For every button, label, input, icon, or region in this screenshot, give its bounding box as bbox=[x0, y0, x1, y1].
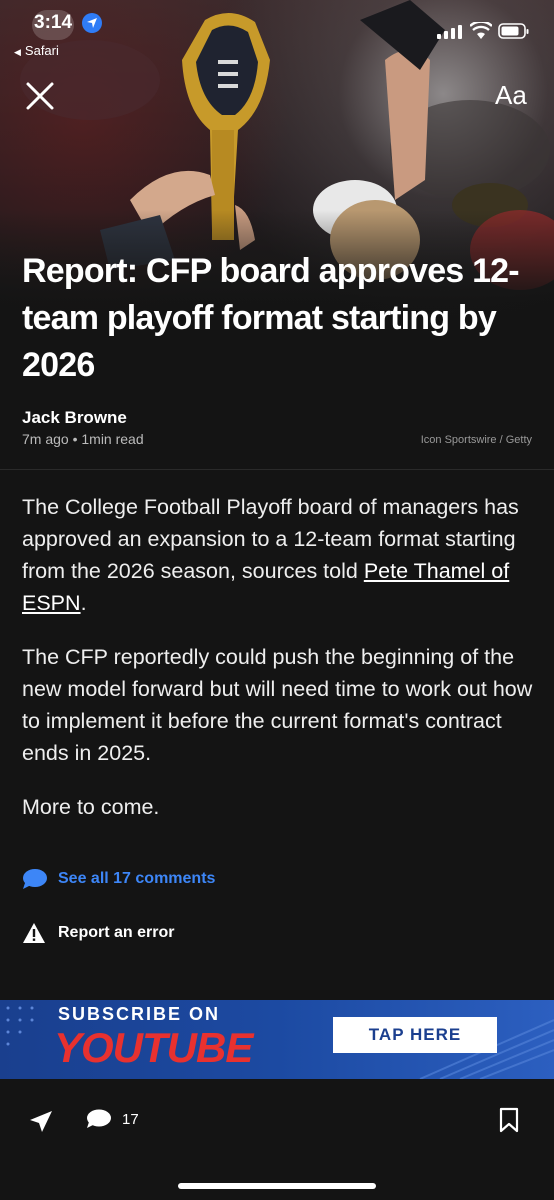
ad-youtube-text: YOUTUBE bbox=[54, 1024, 253, 1071]
article-body: The College Football Playoff board of ma… bbox=[22, 491, 534, 845]
divider bbox=[0, 469, 554, 470]
see-comments-label: See all 17 comments bbox=[58, 870, 216, 887]
ad-tap-here-button[interactable]: TAP HERE bbox=[333, 1017, 497, 1053]
home-indicator[interactable] bbox=[178, 1183, 376, 1189]
cellular-signal-icon bbox=[437, 25, 462, 39]
paragraph-3: More to come. bbox=[22, 795, 160, 819]
youtube-ad-banner[interactable]: SUBSCRIBE ON YOUTUBE TAP HERE bbox=[0, 1000, 554, 1079]
location-icon bbox=[82, 13, 102, 33]
comment-icon bbox=[87, 1109, 111, 1128]
text-size-button[interactable]: Aa bbox=[495, 80, 527, 111]
article-headline: Report: CFP board approves 12-team playo… bbox=[22, 252, 520, 384]
warning-icon bbox=[23, 923, 45, 943]
close-icon[interactable] bbox=[24, 80, 56, 112]
see-comments-link[interactable]: See all 17 comments bbox=[22, 868, 215, 890]
ad-subscribe-text: SUBSCRIBE ON bbox=[58, 1004, 221, 1024]
comments-button[interactable]: 17 bbox=[86, 1108, 139, 1130]
paragraph-1: The College Football Playoff board of ma… bbox=[22, 491, 534, 619]
comment-bubble-icon bbox=[23, 869, 47, 889]
report-error-label: Report an error bbox=[58, 924, 175, 941]
author-name[interactable]: Jack Browne bbox=[22, 408, 127, 428]
share-icon[interactable] bbox=[28, 1110, 54, 1134]
back-to-safari[interactable]: ◀ Safari bbox=[14, 43, 59, 58]
back-app-label: Safari bbox=[24, 43, 59, 58]
comment-count: 17 bbox=[122, 1110, 139, 1128]
paragraph-2: The CFP reportedly could push the beginn… bbox=[22, 645, 533, 765]
paragraph-1-end: . bbox=[80, 591, 87, 615]
photo-credit: Icon Sportswire / Getty bbox=[420, 434, 532, 446]
bookmark-icon[interactable] bbox=[498, 1107, 520, 1133]
bottom-toolbar bbox=[0, 1079, 554, 1200]
status-bar: 3:14 ◀ Safari bbox=[0, 0, 554, 70]
ad-dots-decoration bbox=[6, 1006, 34, 1046]
back-arrow-icon: ◀ bbox=[14, 47, 21, 57]
report-error-link[interactable]: Report an error bbox=[22, 922, 174, 944]
hero-image bbox=[0, 0, 554, 470]
status-time: 3:14 bbox=[34, 12, 73, 33]
article-meta: 7m ago • 1min read bbox=[22, 431, 144, 447]
wifi-icon bbox=[470, 22, 492, 39]
battery-icon bbox=[498, 23, 529, 39]
